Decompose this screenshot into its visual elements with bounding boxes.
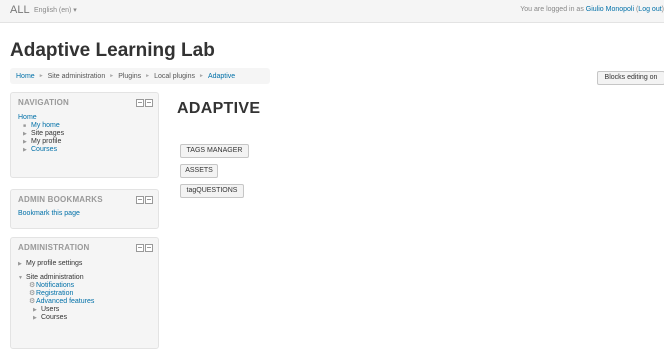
nav-item-my-profile[interactable]: My profile bbox=[31, 138, 61, 145]
breadcrumb-separator: ► bbox=[38, 73, 44, 79]
square-bullet-icon: ■ bbox=[23, 123, 27, 129]
admin-my-profile-settings[interactable]: My profile settings bbox=[26, 260, 82, 267]
gear-icon: ⚙ bbox=[29, 290, 36, 297]
logout-link[interactable]: Log out bbox=[638, 6, 661, 13]
expand-arrow-icon[interactable]: ▶ bbox=[23, 138, 31, 146]
breadcrumb-site-administration[interactable]: Site administration bbox=[48, 73, 106, 80]
expand-arrow-icon[interactable]: ▶ bbox=[23, 130, 31, 138]
administration-block: ADMINISTRATION ▶ My profile settings ▼ Sit… bbox=[10, 237, 159, 349]
gear-icon: ⚙ bbox=[29, 282, 36, 289]
language-menu[interactable]: English (en) ▾ bbox=[34, 6, 77, 14]
block-controls bbox=[136, 244, 153, 252]
nav-item-site-pages[interactable]: Site pages bbox=[31, 130, 64, 137]
expand-arrow-icon[interactable]: ▶ bbox=[33, 306, 41, 314]
login-prefix: You are logged in as bbox=[520, 6, 586, 13]
expand-arrow-icon[interactable]: ▶ bbox=[23, 146, 31, 154]
admin-site-administration[interactable]: Site administration bbox=[26, 274, 84, 281]
dock-icon[interactable] bbox=[145, 244, 153, 252]
top-navbar: ALL English (en) ▾ You are logged in as … bbox=[0, 0, 664, 23]
breadcrumb-home[interactable]: Home bbox=[16, 73, 35, 80]
nav-home-link[interactable]: Home bbox=[18, 114, 37, 121]
breadcrumb-separator: ► bbox=[198, 73, 204, 79]
bookmark-this-page-link[interactable]: Bookmark this page bbox=[18, 210, 80, 217]
collapse-icon[interactable] bbox=[136, 244, 144, 252]
admin-notifications-link[interactable]: Notifications bbox=[36, 282, 74, 289]
gear-icon: ⚙ bbox=[29, 298, 36, 305]
expand-arrow-icon[interactable]: ▶ bbox=[33, 314, 41, 322]
page-heading: ADAPTIVE bbox=[177, 100, 261, 117]
block-controls bbox=[136, 99, 153, 107]
collapse-icon[interactable] bbox=[136, 99, 144, 107]
admin-advanced-features-link[interactable]: Advanced features bbox=[36, 298, 94, 305]
admin-users[interactable]: Users bbox=[41, 306, 59, 313]
collapse-arrow-icon[interactable]: ▼ bbox=[18, 274, 26, 282]
blocks-editing-button[interactable]: Blocks editing on bbox=[597, 71, 664, 85]
block-controls bbox=[136, 196, 153, 204]
admin-registration-link[interactable]: Registration bbox=[36, 290, 73, 297]
breadcrumb-plugins[interactable]: Plugins bbox=[118, 73, 141, 80]
block-title: ADMIN BOOKMARKS bbox=[18, 195, 103, 204]
breadcrumb-separator: ► bbox=[145, 73, 151, 79]
breadcrumb-adaptive[interactable]: Adaptive bbox=[208, 73, 235, 80]
user-profile-link[interactable]: Giulio Monopoli bbox=[586, 6, 634, 13]
admin-courses[interactable]: Courses bbox=[41, 314, 67, 321]
dock-icon[interactable] bbox=[145, 99, 153, 107]
block-title: ADMINISTRATION bbox=[18, 243, 90, 252]
navigation-block: NAVIGATION Home ■ My home ▶ Site pages ▶ My… bbox=[10, 92, 159, 178]
nav-item-courses[interactable]: Courses bbox=[31, 146, 57, 153]
tags-manager-button[interactable]: TAGS MANAGER bbox=[180, 144, 249, 158]
admin-bookmarks-block: ADMIN BOOKMARKS Bookmark this page bbox=[10, 189, 159, 229]
collapse-icon[interactable] bbox=[136, 196, 144, 204]
expand-arrow-icon[interactable]: ▶ bbox=[18, 260, 26, 268]
dock-icon[interactable] bbox=[145, 196, 153, 204]
breadcrumb-local-plugins[interactable]: Local plugins bbox=[154, 73, 195, 80]
tagquestions-button[interactable]: tagQUESTIONS bbox=[180, 184, 244, 198]
breadcrumb: Home ► Site administration ► Plugins ► Local p… bbox=[10, 68, 270, 84]
nav-item-my-home[interactable]: My home bbox=[31, 122, 60, 129]
site-title: Adaptive Learning Lab bbox=[10, 40, 215, 61]
block-title: NAVIGATION bbox=[18, 98, 70, 107]
assets-button[interactable]: ASSETS bbox=[180, 164, 218, 178]
login-info: You are logged in as Giulio Monopoli (Lo… bbox=[520, 6, 664, 13]
brand-link[interactable]: ALL bbox=[10, 4, 30, 16]
breadcrumb-separator: ► bbox=[109, 73, 115, 79]
